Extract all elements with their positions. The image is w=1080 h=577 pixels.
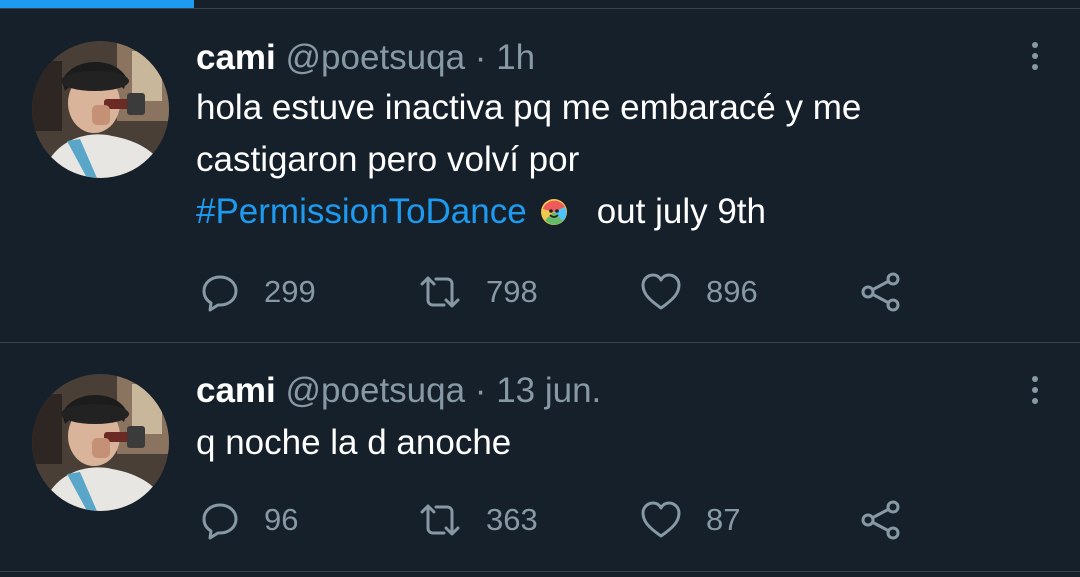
avatar[interactable] <box>32 41 169 178</box>
retweet-button[interactable]: 798 <box>418 270 538 314</box>
tweet-timestamp[interactable]: 13 jun. <box>496 371 601 410</box>
heart-icon <box>641 273 681 310</box>
tweet-text-line: hola estuve inactiva pq me embaracé y me <box>196 88 862 127</box>
share-button[interactable] <box>860 270 902 314</box>
tweet-text: q noche la d anoche <box>196 417 1016 469</box>
avatar[interactable] <box>32 374 169 511</box>
display-name[interactable]: cami <box>196 371 276 410</box>
reply-button[interactable]: 96 <box>200 498 298 542</box>
reply-button[interactable]: 299 <box>200 270 316 314</box>
like-button[interactable]: 87 <box>640 498 740 542</box>
tweet-actions: 96 363 87 <box>200 498 920 542</box>
reply-count: 299 <box>264 274 316 309</box>
loading-progress-fill <box>0 0 195 8</box>
user-handle[interactable]: @poetsuqa <box>286 38 466 77</box>
tweet-text-line: q noche la d anoche <box>196 423 512 462</box>
reply-icon <box>202 503 238 540</box>
user-handle[interactable]: @poetsuqa <box>286 371 466 410</box>
tweet-timestamp[interactable]: 1h <box>496 38 535 77</box>
tweet[interactable]: cami @poetsuqa · 1h hola estuve inactiva… <box>0 10 1080 343</box>
retweet-icon <box>420 276 460 308</box>
tweet-actions: 299 798 896 <box>200 270 920 314</box>
retweet-count: 363 <box>486 502 538 537</box>
tweet-text-line: castigaron pero volví por <box>196 140 580 179</box>
reply-icon <box>202 275 238 312</box>
header-separator: · <box>474 371 487 410</box>
like-count: 896 <box>706 274 758 309</box>
more-options-icon[interactable] <box>1030 42 1040 70</box>
like-button[interactable]: 896 <box>640 270 758 314</box>
more-options-icon[interactable] <box>1030 376 1040 404</box>
tweet-text-line: #PermissionToDance out july 9th <box>196 186 1016 238</box>
hashtag-link[interactable]: #PermissionToDance <box>196 192 527 231</box>
ptd-hashflag-icon <box>540 199 567 225</box>
share-icon <box>861 500 900 540</box>
like-count: 87 <box>706 502 741 537</box>
retweet-icon <box>420 504 460 536</box>
retweet-count: 798 <box>486 274 538 309</box>
tweet-text: hola estuve inactiva pq me embaracé y me… <box>196 82 1016 238</box>
tweet-text-after-hashtag: out july 9th <box>596 192 766 231</box>
share-icon <box>861 272 900 312</box>
avatar-image <box>32 41 169 178</box>
tweet[interactable]: cami @poetsuqa · 13 jun. q noche la d an… <box>0 343 1080 572</box>
loading-progress-bar <box>0 0 1080 9</box>
header-separator: · <box>474 38 487 77</box>
tweet-header: cami @poetsuqa · 13 jun. <box>196 371 601 411</box>
display-name[interactable]: cami <box>196 38 276 77</box>
share-button[interactable] <box>860 498 902 542</box>
avatar-image <box>32 374 169 511</box>
tweet-header: cami @poetsuqa · 1h <box>196 38 535 78</box>
retweet-button[interactable]: 363 <box>418 498 538 542</box>
reply-count: 96 <box>264 502 299 537</box>
heart-icon <box>641 501 681 538</box>
